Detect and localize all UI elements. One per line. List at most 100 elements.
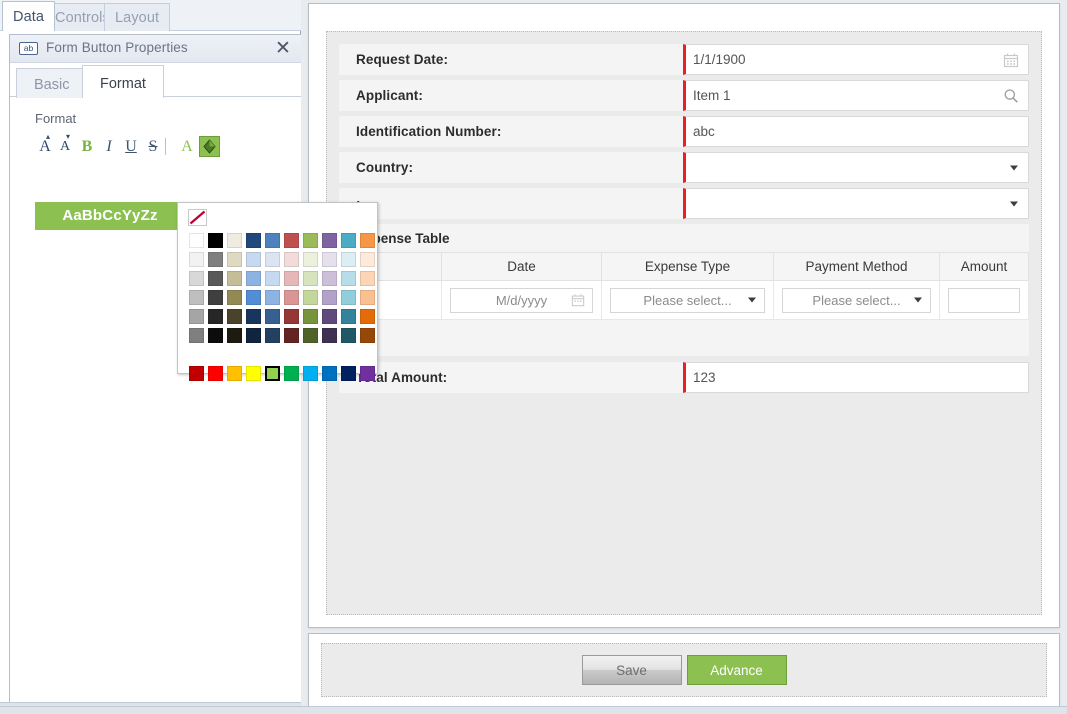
color-swatch[interactable] <box>339 364 358 383</box>
color-swatch[interactable] <box>244 250 263 269</box>
field-country[interactable] <box>683 152 1029 183</box>
chevron-down-icon[interactable] <box>748 297 756 303</box>
chevron-down-icon[interactable] <box>914 297 922 303</box>
color-swatch[interactable] <box>282 250 301 269</box>
color-swatch[interactable] <box>263 231 282 250</box>
shrink-font-icon[interactable]: A ▾ <box>55 133 75 157</box>
color-swatch[interactable] <box>320 307 339 326</box>
tab-format[interactable]: Format <box>82 65 164 98</box>
color-swatch[interactable] <box>225 231 244 250</box>
field-request-date[interactable]: 1/1/1900 <box>683 44 1029 75</box>
cell-payment-method-select[interactable]: Please select... <box>782 287 931 313</box>
field-city[interactable] <box>683 188 1029 219</box>
color-swatch[interactable] <box>263 364 282 383</box>
color-swatch[interactable] <box>301 364 320 383</box>
color-swatch[interactable] <box>225 269 244 288</box>
strikethrough-icon[interactable]: S <box>143 136 163 157</box>
color-swatch[interactable] <box>225 288 244 307</box>
search-icon[interactable] <box>1003 88 1019 104</box>
color-swatch[interactable] <box>282 269 301 288</box>
field-applicant[interactable]: Item 1 <box>683 80 1029 111</box>
tab-layout[interactable]: Layout <box>104 3 171 31</box>
color-swatch[interactable] <box>339 307 358 326</box>
color-swatch[interactable] <box>358 364 377 383</box>
color-swatch[interactable] <box>263 269 282 288</box>
field-total-amount[interactable]: 123 <box>683 362 1029 393</box>
color-swatch[interactable] <box>263 326 282 345</box>
tab-data[interactable]: Data <box>2 1 56 31</box>
color-swatch[interactable] <box>320 364 339 383</box>
color-swatch[interactable] <box>282 364 301 383</box>
color-swatch[interactable] <box>225 307 244 326</box>
font-color-icon[interactable]: A <box>177 136 197 157</box>
color-swatch[interactable] <box>187 231 206 250</box>
color-swatch[interactable] <box>263 288 282 307</box>
color-swatch[interactable] <box>187 288 206 307</box>
cell-amount-input[interactable] <box>948 287 1020 313</box>
color-swatch[interactable] <box>301 288 320 307</box>
color-swatch[interactable] <box>206 288 225 307</box>
chevron-down-icon[interactable] <box>1010 165 1018 170</box>
color-swatch[interactable] <box>263 307 282 326</box>
color-swatch[interactable] <box>263 250 282 269</box>
color-swatch[interactable] <box>358 288 377 307</box>
underline-icon[interactable]: U <box>121 136 141 157</box>
color-swatch[interactable] <box>282 288 301 307</box>
color-swatch[interactable] <box>187 307 206 326</box>
color-swatch[interactable] <box>339 269 358 288</box>
calendar-icon[interactable] <box>1003 52 1019 68</box>
color-swatch[interactable] <box>244 269 263 288</box>
color-swatch[interactable] <box>282 307 301 326</box>
color-swatch[interactable] <box>187 364 206 383</box>
color-swatch[interactable] <box>244 231 263 250</box>
color-swatch[interactable] <box>244 307 263 326</box>
calendar-icon[interactable] <box>571 293 585 307</box>
color-swatch[interactable] <box>225 250 244 269</box>
color-swatch[interactable] <box>358 231 377 250</box>
fill-color-icon[interactable] <box>199 136 220 157</box>
color-swatch[interactable] <box>206 250 225 269</box>
cell-expense-type-select[interactable]: Please select... <box>610 287 765 313</box>
color-swatch[interactable] <box>187 250 206 269</box>
grow-font-icon[interactable]: A ▴ <box>35 133 55 157</box>
cell-date-input[interactable]: M/d/yyyy <box>450 287 593 313</box>
close-icon[interactable]: ✕ <box>273 38 293 58</box>
color-swatch[interactable] <box>339 326 358 345</box>
italic-icon[interactable]: I <box>99 136 119 157</box>
color-swatch[interactable] <box>187 269 206 288</box>
color-swatch[interactable] <box>206 364 225 383</box>
color-swatch[interactable] <box>206 269 225 288</box>
color-swatch[interactable] <box>244 364 263 383</box>
color-swatch[interactable] <box>339 231 358 250</box>
color-swatch[interactable] <box>282 326 301 345</box>
color-swatch[interactable] <box>301 269 320 288</box>
color-swatch[interactable] <box>244 326 263 345</box>
color-swatch[interactable] <box>339 250 358 269</box>
color-swatch[interactable] <box>301 250 320 269</box>
color-swatch[interactable] <box>320 250 339 269</box>
color-swatch[interactable] <box>206 307 225 326</box>
color-swatch[interactable] <box>358 326 377 345</box>
color-swatch[interactable] <box>225 364 244 383</box>
color-swatch[interactable] <box>339 288 358 307</box>
color-swatch[interactable] <box>244 288 263 307</box>
color-swatch[interactable] <box>206 326 225 345</box>
color-swatch[interactable] <box>320 288 339 307</box>
advance-button[interactable]: Advance <box>686 655 787 685</box>
color-swatch[interactable] <box>225 326 244 345</box>
save-button[interactable]: Save <box>581 655 682 685</box>
color-swatch[interactable] <box>301 231 320 250</box>
color-swatch[interactable] <box>301 326 320 345</box>
color-swatch[interactable] <box>187 326 206 345</box>
color-swatch[interactable] <box>320 269 339 288</box>
bold-icon[interactable]: B <box>77 136 97 157</box>
chevron-down-icon[interactable] <box>1010 201 1018 206</box>
no-color-swatch[interactable] <box>188 209 207 226</box>
color-swatch[interactable] <box>320 326 339 345</box>
color-swatch[interactable] <box>206 231 225 250</box>
color-swatch[interactable] <box>358 269 377 288</box>
color-swatch[interactable] <box>301 307 320 326</box>
color-swatch[interactable] <box>320 231 339 250</box>
tab-basic[interactable]: Basic <box>16 68 88 98</box>
color-swatch[interactable] <box>358 250 377 269</box>
